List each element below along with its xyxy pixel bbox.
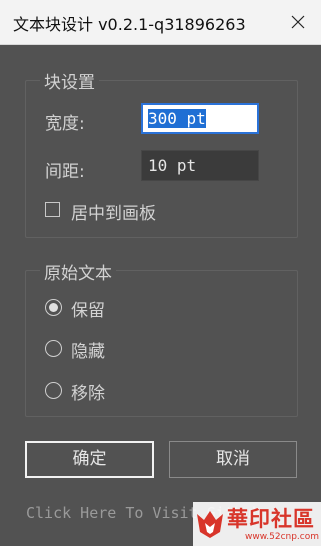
radio-remove[interactable] — [45, 382, 62, 399]
width-input-value: 300 pt — [148, 109, 206, 128]
dialog-window: 文本块设计 v0.2.1-q31896263 块设置 宽度: 300 pt 间距… — [0, 0, 321, 546]
width-input[interactable]: 300 pt — [141, 103, 259, 134]
center-artboard-label[interactable]: 居中到画板 — [71, 199, 156, 224]
watermark: 華印社區 www.52cnp.com — [193, 502, 321, 546]
watermark-name: 華印社區 — [227, 507, 315, 531]
radio-remove-label[interactable]: 移除 — [71, 379, 105, 404]
spacing-input[interactable]: 10 pt — [141, 150, 259, 181]
watermark-url: www.52cnp.com — [245, 532, 320, 542]
radio-hide-label[interactable]: 隐藏 — [71, 337, 105, 362]
radio-hide[interactable] — [45, 340, 62, 357]
ok-button[interactable]: 确定 — [25, 441, 154, 478]
radio-keep[interactable] — [45, 299, 62, 316]
window-title: 文本块设计 v0.2.1-q31896263 — [13, 15, 246, 34]
cancel-button-label: 取消 — [216, 449, 250, 469]
close-button[interactable] — [275, 0, 321, 44]
cancel-button[interactable]: 取消 — [169, 441, 297, 478]
spacing-input-value: 10 pt — [148, 156, 197, 175]
close-icon — [291, 15, 305, 29]
bat-logo-icon — [197, 511, 223, 538]
source-text-group — [25, 270, 298, 417]
spacing-label: 间距: — [45, 162, 85, 182]
radio-keep-label[interactable]: 保留 — [71, 296, 105, 321]
block-settings-title: 块设置 — [40, 68, 99, 93]
source-text-title: 原始文本 — [40, 259, 116, 284]
center-artboard-checkbox[interactable] — [45, 202, 60, 217]
width-label: 宽度: — [45, 114, 85, 134]
title-bar: 文本块设计 v0.2.1-q31896263 — [0, 0, 321, 45]
ok-button-label: 确定 — [72, 449, 107, 469]
